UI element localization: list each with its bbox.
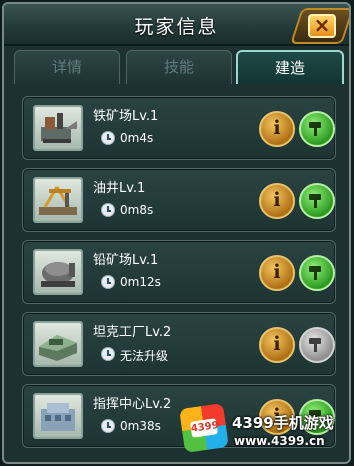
tank-factory-icon [33, 321, 83, 367]
building-name: 铁矿场Lv.1 [93, 109, 159, 124]
watermark-url: www.4399.cn [234, 434, 325, 448]
watermark: 4399 4399手机游戏 www.4399.cn [176, 403, 348, 460]
building-name: 油井Lv.1 [93, 181, 146, 196]
tab-details[interactable]: 详情 [14, 50, 120, 84]
tab-skills[interactable]: 技能 [126, 50, 232, 84]
build-time: 无法升级 [120, 349, 169, 363]
tab-build[interactable]: 建造 [236, 50, 344, 84]
hammer-icon [309, 266, 321, 280]
building-row: 铅矿场Lv.1 0m12s i [22, 240, 336, 304]
site-logo: 4399 [179, 403, 229, 453]
clock-icon [101, 275, 115, 289]
lead-mine-icon [33, 249, 83, 295]
clock-icon [101, 419, 115, 433]
tab-bar: 详情 技能 建造 [14, 50, 344, 84]
oil-well-icon [33, 177, 83, 223]
info-button[interactable]: i [259, 327, 295, 363]
clock-icon [101, 203, 115, 217]
hammer-icon [309, 194, 321, 208]
hammer-icon [309, 122, 321, 136]
hammer-icon [309, 338, 321, 352]
build-time: 0m8s [120, 203, 154, 217]
upgrade-button[interactable] [299, 255, 335, 291]
build-time: 0m12s [120, 275, 161, 289]
building-row: 坦克工厂Lv.2 无法升级 i [22, 312, 336, 376]
building-name: 铅矿场Lv.1 [93, 253, 159, 268]
info-button[interactable]: i [259, 255, 295, 291]
upgrade-button[interactable] [299, 183, 335, 219]
build-time: 0m38s [120, 419, 161, 433]
clock-icon [101, 131, 115, 145]
upgrade-button-disabled[interactable] [299, 327, 335, 363]
build-time: 0m4s [120, 131, 154, 145]
upgrade-button[interactable] [299, 111, 335, 147]
building-name: 指挥中心Lv.2 [93, 397, 172, 412]
player-info-panel: 玩家信息 × 详情 技能 建造 铁矿场Lv.1 0m4s i 油井Lv.1 0m… [2, 2, 351, 464]
clock-icon [101, 347, 115, 361]
close-button[interactable]: × [308, 14, 336, 38]
info-button[interactable]: i [259, 111, 295, 147]
iron-mine-icon [33, 105, 83, 151]
building-name: 坦克工厂Lv.2 [93, 325, 172, 340]
building-row: 铁矿场Lv.1 0m4s i [22, 96, 336, 160]
info-button[interactable]: i [259, 183, 295, 219]
watermark-title: 4399手机游戏 [232, 414, 334, 432]
logo-text: 4399 [190, 418, 219, 438]
command-center-icon [33, 393, 83, 439]
building-row: 油井Lv.1 0m8s i [22, 168, 336, 232]
